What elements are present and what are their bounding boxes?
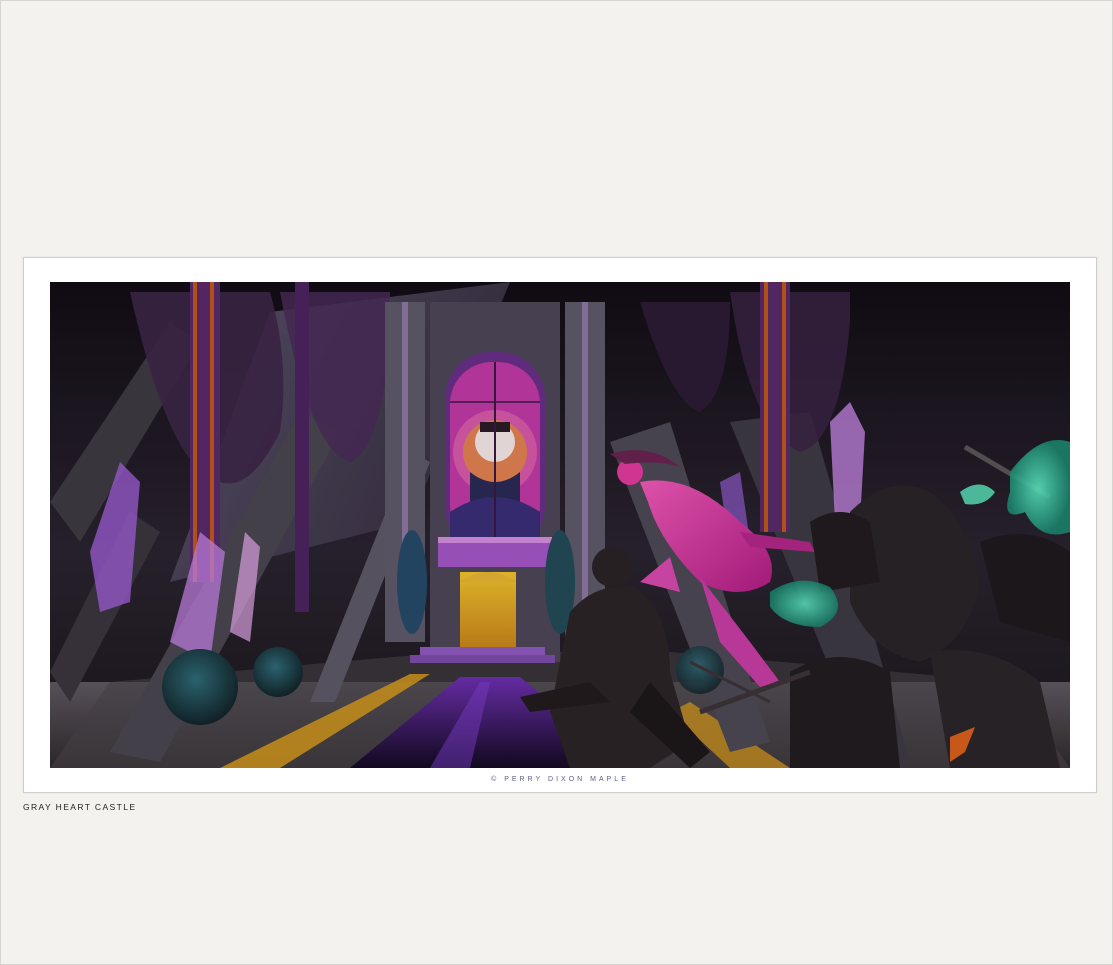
copyright-credit: © PERRY DIXON MAPLE bbox=[491, 776, 629, 783]
print-card: © PERRY DIXON MAPLE bbox=[23, 257, 1097, 793]
artwork-caption: GRAY HEART CASTLE bbox=[23, 802, 137, 812]
artwork-image bbox=[50, 282, 1070, 768]
